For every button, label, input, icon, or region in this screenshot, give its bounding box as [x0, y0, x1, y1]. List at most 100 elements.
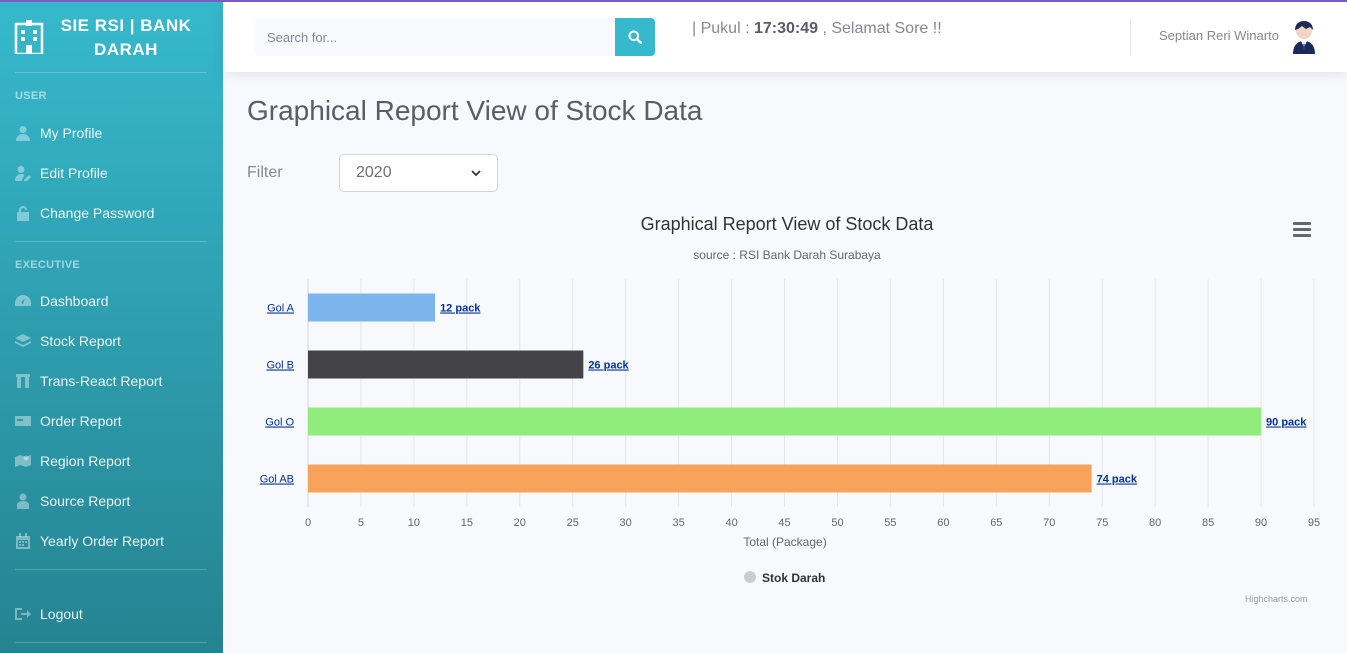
x-tick-label: 10: [408, 517, 420, 529]
x-tick-label: 60: [937, 517, 949, 529]
chevron-down-icon: [471, 170, 481, 177]
x-tick-label: 40: [725, 517, 737, 529]
marquee-suffix: , Selamat Sore !!: [822, 20, 942, 37]
x-tick-label: 15: [461, 517, 473, 529]
x-tick-label: 95: [1308, 517, 1320, 529]
sidebar-item-stock-report[interactable]: Stock Report: [15, 327, 215, 355]
dashboard-icon: [15, 293, 31, 309]
stock-chart: Graphical Report View of Stock Data sour…: [247, 200, 1327, 620]
sidebar: SIE RSI | BANK DARAH USER My Profile Edi…: [0, 0, 223, 653]
data-label[interactable]: 74 pack: [1097, 474, 1138, 486]
legend-marker[interactable]: [744, 571, 756, 583]
x-tick-label: 65: [990, 517, 1002, 529]
avatar[interactable]: [1289, 20, 1319, 54]
lock-icon: [15, 205, 31, 221]
x-tick-label: 5: [358, 517, 364, 529]
search-input[interactable]: [255, 18, 615, 56]
sidebar-divider: [15, 642, 207, 643]
sidebar-item-label: Change Password: [40, 205, 155, 221]
data-label[interactable]: 26 pack: [588, 360, 629, 372]
user-name[interactable]: Septian Reri Winarto: [1159, 28, 1279, 43]
x-tick-label: 25: [567, 517, 579, 529]
x-axis-title: Total (Package): [743, 535, 826, 549]
bar-gol-b[interactable]: [308, 350, 584, 379]
x-tick-label: 70: [1043, 517, 1055, 529]
category-label[interactable]: Gol AB: [260, 474, 294, 486]
brand-line-1: SIE RSI | BANK: [60, 16, 192, 35]
brand-line-2: DARAH: [94, 40, 158, 59]
sidebar-item-change-password[interactable]: Change Password: [15, 199, 215, 227]
sidebar-divider: [15, 72, 207, 73]
sidebar-item-my-profile[interactable]: My Profile: [15, 119, 215, 147]
topbar: | Pukul : 17:30:49 , Selamat Sore !! Sep…: [223, 2, 1347, 72]
hospital-building-icon: [14, 20, 44, 54]
sidebar-item-label: Stock Report: [40, 333, 121, 349]
sidebar-item-yearly-order-report[interactable]: Yearly Order Report: [15, 527, 215, 555]
category-label[interactable]: Gol O: [265, 417, 294, 429]
sidebar-heading-executive: EXECUTIVE: [15, 259, 81, 271]
sidebar-item-dashboard[interactable]: Dashboard: [15, 287, 215, 315]
marquee-prefix: | Pukul :: [692, 20, 750, 37]
sidebar-item-label: Edit Profile: [40, 165, 108, 181]
top-accent-line: [0, 0, 1347, 2]
page-title: Graphical Report View of Stock Data: [247, 95, 703, 126]
search-button[interactable]: [615, 18, 655, 56]
sidebar-item-trans-react-report[interactable]: Trans-React Report: [15, 367, 215, 395]
x-tick-label: 80: [1149, 517, 1161, 529]
sidebar-item-label: Region Report: [40, 453, 131, 469]
year-filter-select[interactable]: 2020: [339, 154, 498, 192]
sidebar-item-logout[interactable]: Logout: [15, 600, 215, 628]
bar-gol-ab[interactable]: [308, 464, 1092, 493]
user-edit-icon: [15, 165, 31, 181]
x-tick-label: 20: [514, 517, 526, 529]
search-icon: [628, 30, 642, 44]
filter-label: Filter: [247, 164, 283, 181]
x-tick-label: 35: [673, 517, 685, 529]
user-icon: [15, 125, 31, 141]
x-tick-label: 75: [1096, 517, 1108, 529]
sidebar-item-source-report[interactable]: Source Report: [15, 487, 215, 515]
category-label[interactable]: Gol A: [267, 303, 295, 315]
category-label[interactable]: Gol B: [266, 360, 294, 372]
marquee-time: 17:30:49: [753, 20, 819, 37]
bar-gol-o[interactable]: [308, 407, 1262, 436]
map-icon: [15, 453, 31, 469]
sidebar-item-label: Yearly Order Report: [40, 533, 164, 549]
brand-title: SIE RSI | BANK DARAH: [56, 14, 196, 62]
sidebar-item-edit-profile[interactable]: Edit Profile: [15, 159, 215, 187]
x-tick-label: 30: [620, 517, 632, 529]
bar-gol-a[interactable]: [308, 293, 436, 322]
sidebar-item-label: My Profile: [40, 125, 103, 141]
x-tick-label: 55: [884, 517, 896, 529]
x-tick-label: 90: [1255, 517, 1267, 529]
data-label[interactable]: 90 pack: [1266, 417, 1307, 429]
sidebar-item-region-report[interactable]: Region Report: [15, 447, 215, 475]
datetime-marquee: | Pukul : 17:30:49 , Selamat Sore !!: [692, 20, 942, 38]
card-icon: [15, 413, 31, 429]
chart-credits[interactable]: Highcharts.com: [1245, 594, 1308, 604]
sidebar-item-label: Source Report: [40, 493, 131, 509]
sidebar-item-label: Logout: [40, 606, 83, 622]
legend-item-label[interactable]: Stok Darah: [762, 571, 825, 585]
brand[interactable]: SIE RSI | BANK DARAH: [0, 2, 223, 72]
chart-plot: 0 5 10 15 20 25 30 35 40 45 50 55 60 65 70 75 80 85 90 95 Go…: [260, 279, 1320, 585]
sidebar-item-label: Trans-React Report: [40, 373, 163, 389]
logout-icon: [15, 606, 31, 622]
user-source-icon: [15, 493, 31, 509]
layers-icon: [15, 333, 31, 349]
sidebar-item-label: Dashboard: [40, 293, 109, 309]
sidebar-item-label: Order Report: [40, 413, 122, 429]
columns-icon: [15, 373, 31, 389]
x-tick-label: 45: [778, 517, 790, 529]
sidebar-divider: [15, 241, 207, 242]
year-filter-value: 2020: [356, 164, 392, 181]
data-label[interactable]: 12 pack: [440, 303, 481, 315]
calendar-icon: [15, 533, 31, 549]
sidebar-divider: [15, 569, 207, 570]
x-tick-label: 85: [1202, 517, 1214, 529]
x-tick-label: 50: [831, 517, 843, 529]
sidebar-heading-user: USER: [15, 90, 47, 102]
sidebar-item-order-report[interactable]: Order Report: [15, 407, 215, 435]
topbar-divider: [1130, 18, 1131, 56]
x-tick-label: 0: [305, 517, 311, 529]
